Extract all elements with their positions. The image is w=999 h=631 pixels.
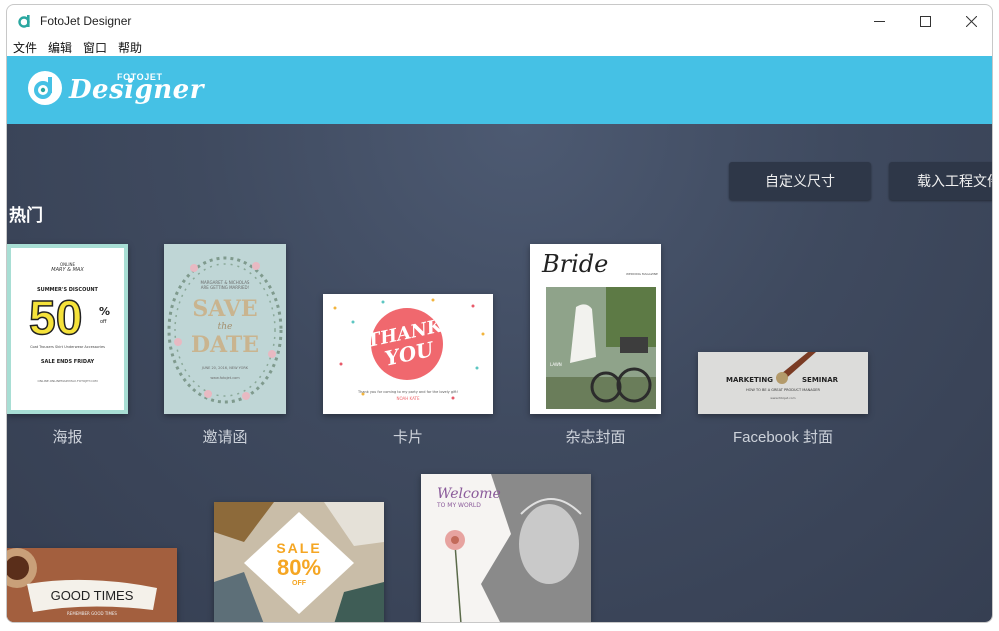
invitation-url: www.fotojet.com	[210, 376, 240, 380]
invitation-when: JUNE 20, 2016, NEW YORK	[201, 366, 249, 370]
maximize-button[interactable]	[902, 5, 948, 37]
poster-card: ONLINE MARY & MAX SUMMER'S DISCOUNT 50 %…	[11, 248, 124, 410]
template-card[interactable]: THANK YOU Thank you for coming to my par…	[323, 294, 493, 414]
fotojet-logo-icon	[28, 71, 62, 105]
sale-off: OFF	[292, 580, 306, 587]
poster-line2: MARY & MAX	[51, 267, 84, 273]
minimize-button[interactable]	[856, 5, 902, 37]
template-label-card: 卡片	[392, 428, 423, 446]
poster-percent: %	[99, 305, 111, 318]
template-poster[interactable]: ONLINE MARY & MAX SUMMER'S DISCOUNT 50 %…	[7, 244, 128, 414]
magazine-photo	[546, 287, 656, 409]
close-button[interactable]	[948, 5, 992, 37]
sale-percent: 80%	[276, 555, 322, 580]
poster-off: off	[100, 319, 107, 325]
template-label-facebook: Facebook 封面	[732, 429, 834, 446]
invitation-date: DATE	[190, 332, 260, 358]
section-title: 热门	[9, 206, 43, 226]
load-project-button[interactable]: 载入工程文件	[889, 162, 992, 200]
template-gallery: 自定义尺寸 载入工程文件 热门 ONLINE MARY & MAX SUMMER…	[7, 124, 992, 622]
invitation-getting: ARE GETTING MARRIED!	[200, 285, 250, 290]
magazine-side: WEDDING MAGAZINE	[626, 272, 658, 276]
template-invitation[interactable]: MARGARET & NICHOLAS ARE GETTING MARRIED!…	[164, 244, 286, 414]
window-title: FotoJet Designer	[40, 14, 132, 28]
poster-url: ONLINE.ONLINEMARYMAX.FOTOJET.COM	[37, 379, 98, 383]
custom-size-button[interactable]: 自定义尺寸	[729, 162, 871, 200]
good-times-sub: REMEMBER GOOD TIMES	[67, 611, 117, 616]
template-facebook-cover[interactable]: MARKETING SEMINAR HOW TO BE A GREAT PROD…	[698, 352, 868, 414]
sale-word: SALE	[276, 540, 322, 556]
welcome-title: Welcome	[437, 486, 501, 502]
template-label-poster: 海报	[52, 428, 83, 446]
template-good-times[interactable]: GOOD TIMES REMEMBER GOOD TIMES	[7, 548, 177, 622]
template-label-invitation: 邀请函	[202, 428, 248, 446]
maximize-icon	[919, 15, 931, 27]
sale-text: SALE 80% OFF	[214, 540, 384, 587]
poster-discount: 50 % off	[11, 291, 124, 346]
good-times-headline: GOOD TIMES	[50, 588, 134, 603]
facebook-sub: HOW TO BE A GREAT PRODUCT MANAGER	[746, 388, 820, 392]
app-icon	[18, 15, 30, 28]
invitation-save: SAVE	[192, 296, 258, 322]
facebook-right: SEMINAR	[802, 376, 839, 384]
title-bar[interactable]: FotoJet Designer	[7, 5, 992, 37]
brand-small: FOTOJET	[117, 72, 163, 82]
menu-bar: 文件 编辑 窗口 帮助	[7, 37, 992, 57]
menu-help[interactable]: 帮助	[118, 39, 142, 56]
poster-big-number: 50	[28, 291, 83, 346]
magazine-title: Bride	[542, 250, 609, 278]
poster-ends: SALE ENDS FRIDAY	[40, 359, 95, 365]
magazine-lawn: LAWN	[550, 362, 562, 367]
minimize-icon	[873, 20, 885, 22]
card-sign: NOAH KATE	[396, 396, 420, 401]
template-magazine[interactable]: Bride WEDDING MAGAZINE LAWN	[530, 244, 661, 414]
app-window: FotoJet Designer 文件 编辑 窗口 帮助 Designer FO…	[6, 4, 993, 623]
menu-file[interactable]: 文件	[13, 39, 37, 56]
brand-header: Designer FOTOJET	[7, 56, 992, 124]
card-message: Thank you for coming to my party and for…	[357, 390, 459, 394]
template-sale[interactable]: SALE 80% OFF	[214, 502, 384, 622]
invitation-text: MARGARET & NICHOLAS ARE GETTING MARRIED!…	[164, 280, 286, 380]
template-welcome[interactable]: Welcome TO MY WORLD	[421, 474, 591, 622]
welcome-sub: TO MY WORLD	[437, 502, 481, 509]
facebook-left: MARKETING	[726, 376, 773, 384]
facebook-url: www.fotojet.com	[770, 396, 796, 400]
template-label-magazine: 杂志封面	[565, 428, 626, 446]
menu-edit[interactable]: 编辑	[48, 39, 72, 56]
close-icon	[965, 15, 977, 27]
facebook-pen	[698, 352, 868, 414]
invitation-the: the	[217, 322, 233, 332]
menu-window[interactable]: 窗口	[83, 39, 107, 56]
